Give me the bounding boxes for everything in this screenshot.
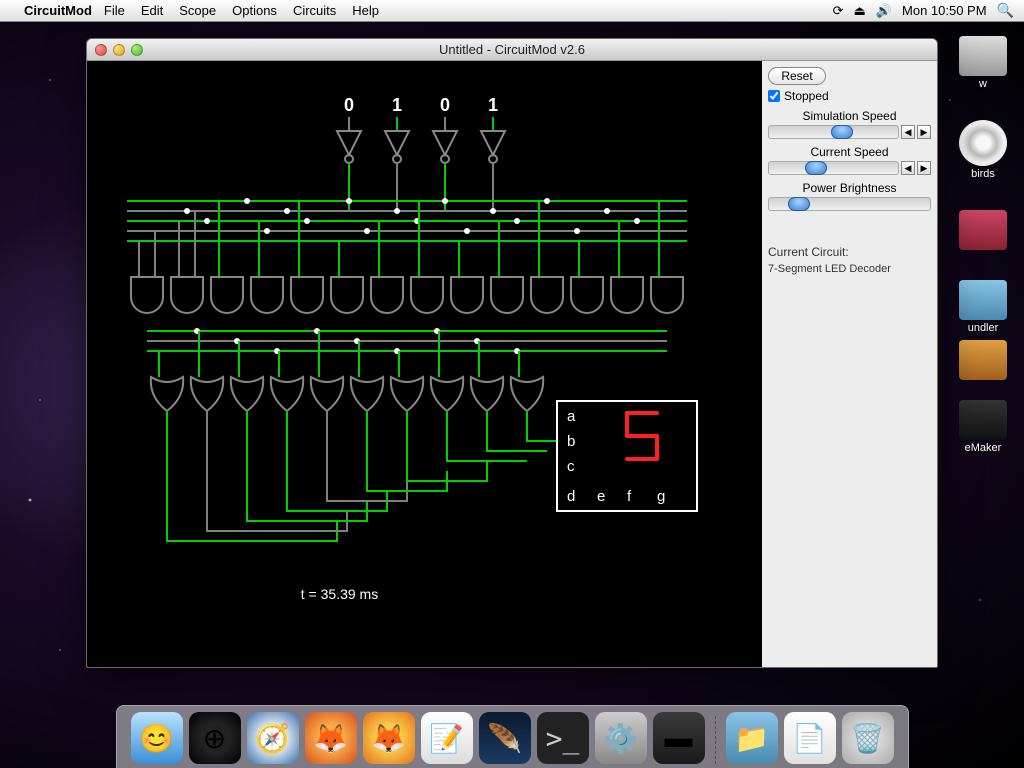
- dock-separator: [715, 716, 716, 764]
- app-window: Untitled - CircuitMod v2.6: [86, 38, 938, 668]
- dock-terminal[interactable]: >_: [537, 712, 589, 764]
- svg-text:d: d: [567, 488, 575, 505]
- menu-scope[interactable]: Scope: [179, 3, 216, 18]
- dock-folder[interactable]: 📁: [726, 712, 778, 764]
- menubar-clock[interactable]: Mon 10:50 PM: [902, 3, 987, 18]
- desktop-box[interactable]: [952, 340, 1014, 382]
- menu-options[interactable]: Options: [232, 3, 277, 18]
- menu-help[interactable]: Help: [352, 3, 379, 18]
- svg-text:g: g: [657, 488, 665, 505]
- dock-trash[interactable]: 🗑️: [842, 712, 894, 764]
- cur-speed-slider[interactable]: [768, 161, 899, 175]
- dock-textedit[interactable]: 📝: [421, 712, 473, 764]
- window-title: Untitled - CircuitMod v2.6: [87, 42, 937, 57]
- spotlight-icon[interactable]: 🔍: [997, 2, 1014, 19]
- stopped-checkbox[interactable]: [768, 90, 780, 102]
- sim-speed-slider[interactable]: [768, 125, 899, 139]
- sim-speed-left[interactable]: ◀: [901, 125, 915, 139]
- dock-finder[interactable]: 😊: [131, 712, 183, 764]
- input-bit-1: 1: [392, 95, 402, 115]
- cur-speed-label: Current Speed: [768, 145, 931, 159]
- current-circuit-name: 7-Segment LED Decoder: [768, 263, 931, 275]
- cur-speed-left[interactable]: ◀: [901, 161, 915, 175]
- stopped-checkbox-row[interactable]: Stopped: [768, 89, 931, 103]
- dock-dashboard[interactable]: ⊕: [189, 712, 241, 764]
- dock-safari[interactable]: 🧭: [247, 712, 299, 764]
- time-readout: t = 35.39 ms: [87, 586, 592, 602]
- menubar: CircuitMod File Edit Scope Options Circu…: [0, 0, 1024, 22]
- svg-text:e: e: [597, 488, 605, 505]
- dock-photoshop[interactable]: 🪶: [479, 712, 531, 764]
- power-label: Power Brightness: [768, 181, 931, 195]
- input-bit-3: 1: [488, 95, 498, 115]
- stopped-label: Stopped: [784, 89, 829, 103]
- dock-firefox-alt[interactable]: 🦊: [363, 712, 415, 764]
- menu-edit[interactable]: Edit: [141, 3, 163, 18]
- timemachine-icon[interactable]: ⟳: [833, 3, 844, 19]
- eject-icon[interactable]: ⏏: [854, 3, 866, 19]
- reset-button[interactable]: Reset: [768, 67, 826, 85]
- desktop-disc[interactable]: birds: [952, 120, 1014, 180]
- cur-speed-right[interactable]: ▶: [917, 161, 931, 175]
- dock-sysprefs[interactable]: ⚙️: [595, 712, 647, 764]
- svg-text:f: f: [627, 488, 632, 505]
- svg-text:c: c: [567, 458, 575, 475]
- desktop-gamemaker[interactable]: eMaker: [952, 400, 1014, 454]
- sidebar: Reset Stopped Simulation Speed ◀ ▶ Curre…: [762, 61, 937, 667]
- desktop-folder[interactable]: undler: [952, 280, 1014, 334]
- desktop-ladybug[interactable]: [952, 210, 1014, 252]
- input-bit-0: 0: [344, 95, 354, 115]
- menu-circuits[interactable]: Circuits: [293, 3, 336, 18]
- dock-chip[interactable]: ▬: [653, 712, 705, 764]
- dock: 😊 ⊕ 🧭 🦊 🦊 📝 🪶 >_ ⚙️ ▬ 📁 📄 🗑️: [0, 705, 1024, 768]
- input-bit-2: 0: [440, 95, 450, 115]
- sim-speed-right[interactable]: ▶: [917, 125, 931, 139]
- dock-firefox[interactable]: 🦊: [305, 712, 357, 764]
- dock-documents[interactable]: 📄: [784, 712, 836, 764]
- circuit-canvas[interactable]: 0 1 0 1: [87, 61, 762, 667]
- menu-file[interactable]: File: [104, 3, 125, 18]
- sim-speed-label: Simulation Speed: [768, 109, 931, 123]
- desktop-hd[interactable]: w: [952, 36, 1014, 90]
- app-menu[interactable]: CircuitMod: [24, 3, 92, 18]
- current-circuit-title: Current Circuit:: [768, 245, 931, 259]
- svg-text:b: b: [567, 433, 575, 450]
- svg-text:a: a: [567, 408, 576, 425]
- volume-icon[interactable]: 🔊: [876, 3, 892, 19]
- titlebar[interactable]: Untitled - CircuitMod v2.6: [87, 39, 937, 61]
- power-slider[interactable]: [768, 197, 931, 211]
- seven-seg-display: [627, 413, 657, 459]
